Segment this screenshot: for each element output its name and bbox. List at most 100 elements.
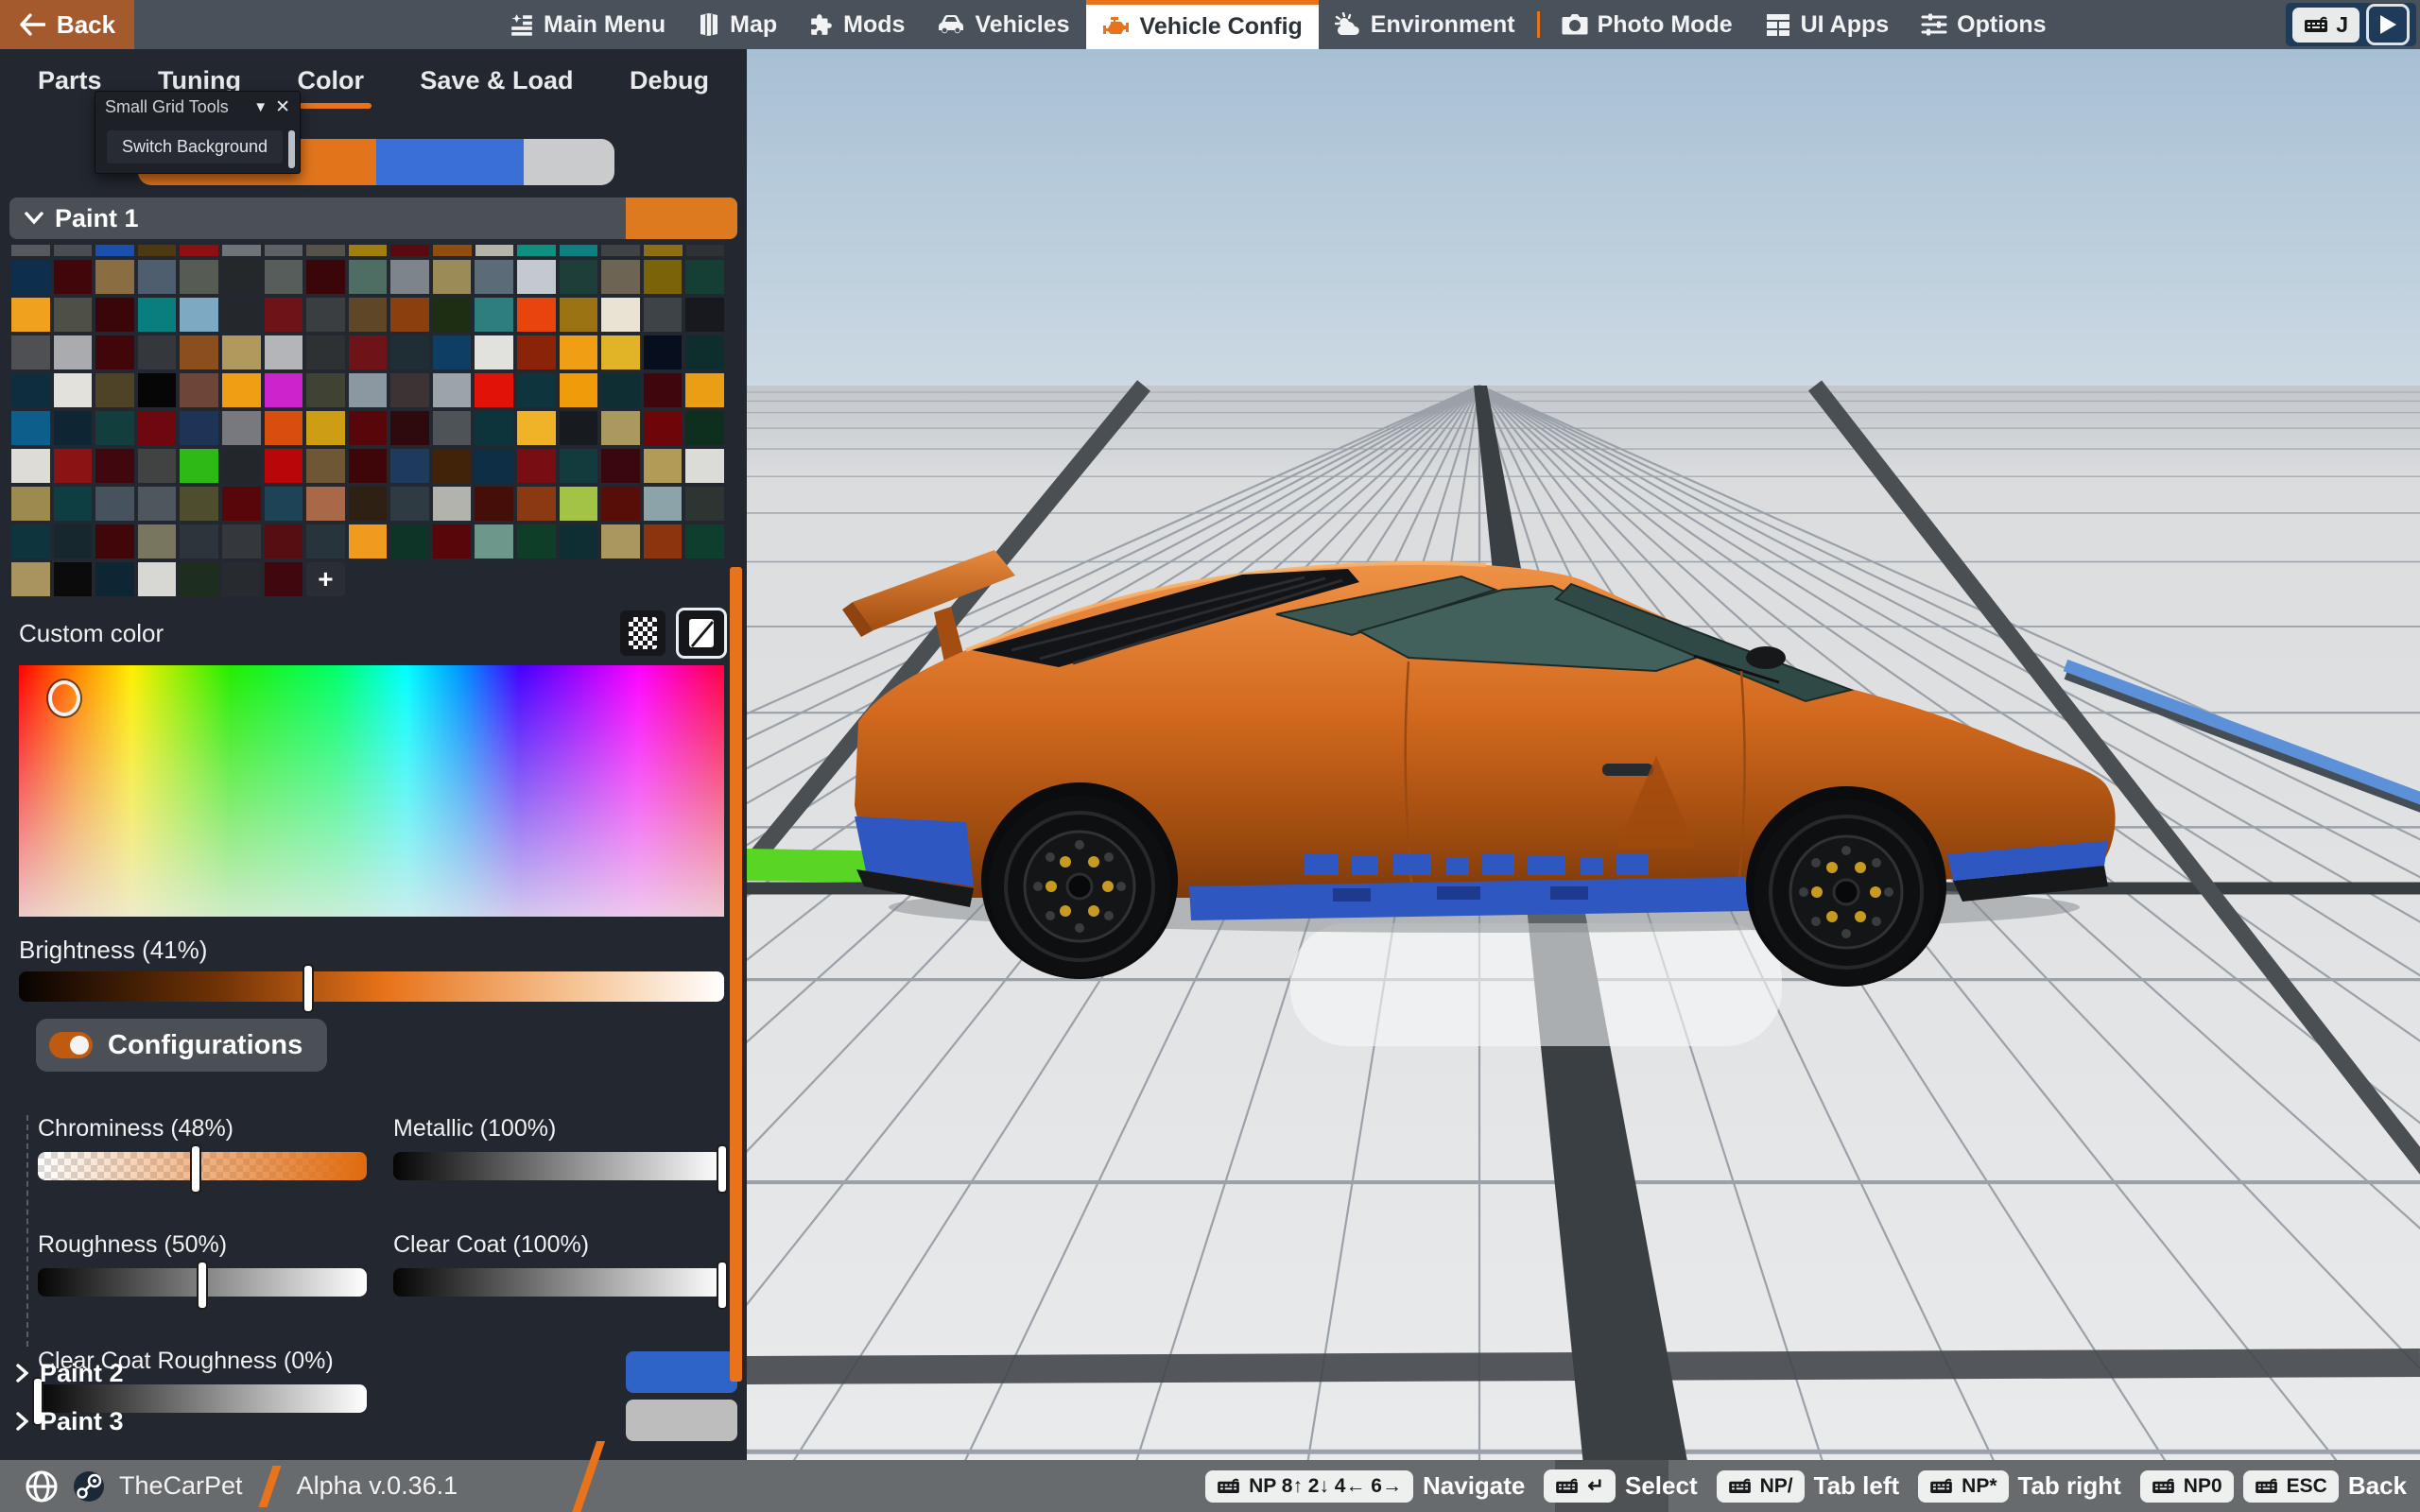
palette-swatch[interactable]	[265, 260, 303, 294]
close-icon[interactable]: ✕	[275, 96, 290, 118]
palette-swatch[interactable]	[180, 335, 218, 369]
palette-swatch[interactable]	[138, 449, 177, 483]
palette-swatch[interactable]	[11, 298, 50, 332]
palette-swatch[interactable]	[11, 524, 50, 558]
palette-swatch[interactable]	[560, 373, 598, 407]
palette-swatch[interactable]	[138, 524, 177, 558]
palette-swatch[interactable]	[222, 245, 261, 256]
picker-cursor[interactable]	[48, 680, 80, 716]
palette-swatch[interactable]	[601, 487, 640, 521]
palette-swatch[interactable]	[180, 487, 218, 521]
brightness-handle[interactable]	[302, 964, 314, 1013]
palette-swatch[interactable]	[390, 298, 429, 332]
palette-swatch[interactable]	[11, 245, 50, 256]
collapse-icon[interactable]: ▼	[253, 99, 268, 115]
palette-swatch[interactable]	[265, 373, 303, 407]
palette-swatch[interactable]	[644, 373, 683, 407]
palette-swatch[interactable]	[349, 487, 388, 521]
palette-swatch[interactable]	[306, 487, 345, 521]
menu-item-vehicles[interactable]: Vehicles	[921, 0, 1085, 49]
slider-track[interactable]	[393, 1268, 722, 1297]
palette-swatch[interactable]	[433, 449, 472, 483]
palette-swatch[interactable]	[349, 411, 388, 445]
add-color-button[interactable]: +	[306, 562, 345, 596]
palette-swatch[interactable]	[475, 524, 513, 558]
palette-swatch[interactable]	[54, 373, 93, 407]
palette-swatch[interactable]	[349, 449, 388, 483]
palette-swatch[interactable]	[517, 524, 556, 558]
palette-swatch[interactable]	[390, 245, 429, 256]
palette-swatch[interactable]	[11, 373, 50, 407]
palette-swatch[interactable]	[390, 411, 429, 445]
tab-debug[interactable]: Debug	[630, 66, 709, 109]
palette-swatch[interactable]	[222, 524, 261, 558]
menu-item-vehicle-config[interactable]: Vehicle Config	[1086, 0, 1319, 49]
palette-swatch[interactable]	[222, 335, 261, 369]
paint1-color-swatch[interactable]	[626, 198, 737, 239]
palette-swatch[interactable]	[601, 524, 640, 558]
small-grid-tools-scrollbar[interactable]	[288, 130, 295, 168]
tab-parts[interactable]: Parts	[38, 66, 102, 109]
palette-swatch[interactable]	[306, 411, 345, 445]
palette-swatch[interactable]	[306, 298, 345, 332]
palette-swatch[interactable]	[265, 411, 303, 445]
palette-swatch[interactable]	[475, 335, 513, 369]
palette-swatch[interactable]	[11, 260, 50, 294]
palette-swatch[interactable]	[265, 562, 303, 596]
palette-swatch[interactable]	[265, 524, 303, 558]
palette-swatch[interactable]	[685, 298, 724, 332]
palette-swatch[interactable]	[265, 335, 303, 369]
menu-item-options[interactable]: Options	[1905, 0, 2062, 49]
palette-swatch[interactable]	[306, 335, 345, 369]
palette-swatch[interactable]	[433, 298, 472, 332]
palette-swatch[interactable]	[180, 524, 218, 558]
slider-handle[interactable]	[717, 1261, 728, 1310]
palette-swatch[interactable]	[11, 562, 50, 596]
palette-swatch[interactable]	[644, 411, 683, 445]
slider-track[interactable]	[393, 1152, 722, 1180]
palette-swatch[interactable]	[475, 449, 513, 483]
brightness-slider[interactable]	[19, 971, 724, 1002]
palette-swatch[interactable]	[601, 373, 640, 407]
palette-swatch[interactable]	[685, 524, 724, 558]
palette-swatch[interactable]	[54, 562, 93, 596]
palette-swatch[interactable]	[54, 335, 93, 369]
palette-swatch[interactable]	[644, 298, 683, 332]
palette-swatch[interactable]	[265, 449, 303, 483]
palette-swatch[interactable]	[560, 298, 598, 332]
palette-swatch[interactable]	[11, 487, 50, 521]
slider-track[interactable]	[38, 1152, 367, 1180]
palette-swatch[interactable]	[180, 449, 218, 483]
palette-swatch[interactable]	[390, 260, 429, 294]
palette-swatch[interactable]	[138, 245, 177, 256]
viewport-3d[interactable]	[747, 49, 2420, 1512]
palette-swatch[interactable]	[95, 260, 134, 294]
configurations-button[interactable]: Configurations	[36, 1019, 327, 1072]
palette-swatch[interactable]	[560, 260, 598, 294]
menu-item-environment[interactable]: Environment	[1319, 0, 1531, 49]
palette-swatch[interactable]	[180, 298, 218, 332]
palette-swatch[interactable]	[349, 373, 388, 407]
palette-swatch[interactable]	[349, 524, 388, 558]
palette-swatch[interactable]	[560, 245, 598, 256]
palette-swatch[interactable]	[390, 487, 429, 521]
palette-swatch[interactable]	[560, 411, 598, 445]
palette-swatch[interactable]	[54, 298, 93, 332]
palette-swatch[interactable]	[685, 449, 724, 483]
palette-swatch[interactable]	[517, 373, 556, 407]
palette-swatch[interactable]	[390, 335, 429, 369]
palette-swatch[interactable]	[138, 487, 177, 521]
paint3-color-swatch[interactable]	[626, 1400, 737, 1441]
palette-swatch[interactable]	[390, 449, 429, 483]
palette-swatch[interactable]	[517, 449, 556, 483]
palette-swatch[interactable]	[433, 411, 472, 445]
palette-swatch[interactable]	[138, 411, 177, 445]
palette-swatch[interactable]	[95, 373, 134, 407]
palette-swatch[interactable]	[560, 335, 598, 369]
menu-item-map[interactable]: Map	[682, 0, 793, 49]
palette-swatch[interactable]	[306, 260, 345, 294]
palette-swatch[interactable]	[475, 260, 513, 294]
paint1-header[interactable]: Paint 1	[9, 198, 737, 239]
palette-swatch[interactable]	[433, 335, 472, 369]
palette-swatch[interactable]	[95, 524, 134, 558]
